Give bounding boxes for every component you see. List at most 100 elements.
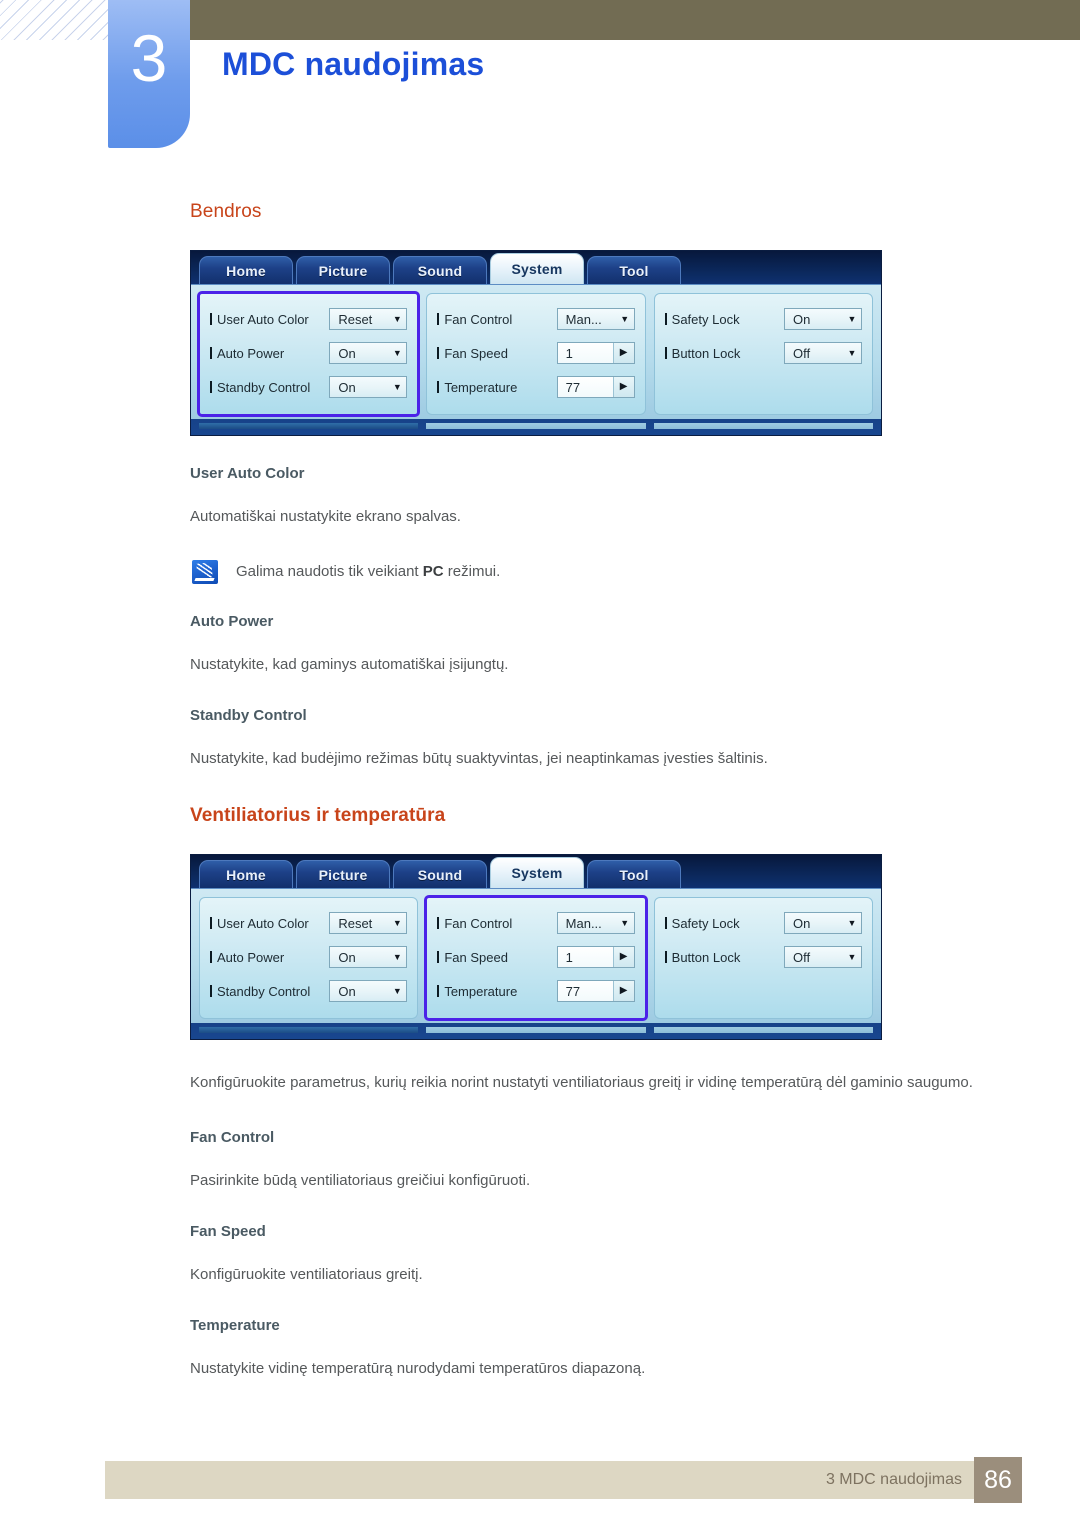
mdc-label-auto-power: Auto Power — [210, 346, 329, 361]
mdc-row-safety-lock: Safety Lock On ▼ — [664, 908, 862, 938]
mdc-dropdown-auto-power[interactable]: On ▼ — [329, 946, 408, 968]
mdc-dropdown-button-lock[interactable]: Off ▼ — [783, 342, 862, 364]
mdc-tab-home[interactable]: Home — [199, 256, 293, 284]
mdc-value-button-lock: Off — [792, 345, 811, 361]
note-user-auto-color: Galima naudotis tik veikiant PC režimui. — [190, 558, 978, 586]
chevron-right-icon[interactable]: ▶ — [612, 947, 634, 967]
chevron-down-icon[interactable]: ▼ — [843, 913, 861, 933]
mdc-value-safety-lock: On — [792, 311, 811, 327]
mdc-dropdown-button-lock[interactable]: Off ▼ — [783, 946, 862, 968]
mdc-group-fan: Fan Control Man... ▼ Fan Speed 1 ▶ Tempe… — [426, 293, 646, 415]
body-fan-speed: Konfigūruokite ventiliatoriaus greitį. — [190, 1266, 423, 1283]
mdc-system-panel-fan: Home Picture Sound System Tool User Auto… — [190, 854, 882, 1040]
chevron-down-icon[interactable]: ▼ — [843, 343, 861, 363]
mdc-tab-system[interactable]: System — [490, 857, 584, 888]
mdc-dropdown-fan-control[interactable]: Man... ▼ — [556, 308, 635, 330]
mdc-spinner-fan-speed[interactable]: 1 ▶ — [556, 342, 635, 364]
mdc-tab-bar: Home Picture Sound System Tool — [191, 251, 881, 284]
chevron-right-icon[interactable]: ▶ — [612, 377, 634, 397]
mdc-value-auto-power: On — [338, 345, 356, 361]
bullet-bar-icon — [210, 347, 212, 359]
mdc-row-fan-speed: Fan Speed 1 ▶ — [437, 338, 635, 368]
mdc-label-button-lock: Button Lock — [664, 346, 784, 361]
mdc-spinner-fan-speed[interactable]: 1 ▶ — [556, 946, 635, 968]
chevron-down-icon[interactable]: ▼ — [388, 309, 406, 329]
note-text: Galima naudotis tik veikiant PC režimui. — [236, 563, 501, 580]
bullet-bar-icon — [664, 951, 667, 963]
page-number: 86 — [974, 1457, 1022, 1503]
mdc-group-lock: Safety Lock On ▼ Button Lock Off ▼ — [653, 897, 873, 1019]
section-heading-fan: Ventiliatorius ir temperatūra — [190, 805, 446, 826]
mdc-row-button-lock: Button Lock Off ▼ — [664, 942, 862, 972]
chevron-down-icon[interactable]: ▼ — [388, 913, 406, 933]
mdc-tab-picture[interactable]: Picture — [296, 256, 390, 284]
subheading-standby-control: Standby Control — [190, 707, 307, 724]
mdc-tab-tool[interactable]: Tool — [587, 256, 681, 284]
mdc-dropdown-standby-control[interactable]: On ▼ — [329, 376, 408, 398]
bullet-bar-icon — [437, 917, 440, 929]
mdc-dropdown-safety-lock[interactable]: On ▼ — [783, 912, 862, 934]
page-content: Bendros Home Picture Sound System Tool U… — [190, 200, 978, 1414]
mdc-value-fan-speed: 1 — [557, 343, 613, 363]
chevron-right-icon[interactable]: ▶ — [612, 343, 634, 363]
mdc-dropdown-user-auto-color[interactable]: Reset ▼ — [329, 308, 408, 330]
mdc-tab-sound[interactable]: Sound — [393, 256, 487, 284]
chevron-down-icon[interactable]: ▼ — [843, 309, 861, 329]
chevron-down-icon[interactable]: ▼ — [843, 947, 861, 967]
mdc-tab-tool[interactable]: Tool — [587, 860, 681, 888]
bullet-bar-icon — [437, 985, 440, 997]
mdc-row-fan-control: Fan Control Man... ▼ — [437, 908, 635, 938]
mdc-value-user-auto-color: Reset — [338, 311, 373, 327]
footer-bar: 3 MDC naudojimas 86 — [105, 1457, 1022, 1503]
subheading-temperature: Temperature — [190, 1317, 280, 1334]
mdc-row-temperature: Temperature 77 ▶ — [437, 976, 635, 1006]
mdc-bottom-seg — [653, 423, 873, 429]
mdc-group-general: User Auto Color Reset ▼ Auto Power On ▼ … — [199, 897, 419, 1019]
bullet-bar-icon — [437, 347, 440, 359]
decorative-hatch-strip — [0, 0, 108, 40]
mdc-dropdown-user-auto-color[interactable]: Reset ▼ — [329, 912, 408, 934]
mdc-row-standby-control: Standby Control On ▼ — [210, 976, 408, 1006]
mdc-row-auto-power: Auto Power On ▼ — [210, 942, 408, 972]
mdc-group-lock: Safety Lock On ▼ Button Lock Off ▼ — [653, 293, 873, 415]
mdc-dropdown-auto-power[interactable]: On ▼ — [329, 342, 408, 364]
bullet-bar-icon — [210, 917, 212, 929]
chevron-right-icon[interactable]: ▶ — [612, 981, 634, 1001]
chevron-down-icon[interactable]: ▼ — [388, 947, 406, 967]
mdc-tab-sound[interactable]: Sound — [393, 860, 487, 888]
bullet-bar-icon — [210, 985, 212, 997]
mdc-spinner-temperature[interactable]: 77 ▶ — [556, 376, 635, 398]
bullet-bar-icon — [664, 347, 667, 359]
mdc-tab-system[interactable]: System — [490, 253, 584, 284]
mdc-label-fan-speed: Fan Speed — [437, 950, 556, 965]
chapter-number: 3 — [130, 21, 168, 95]
mdc-label-user-auto-color: User Auto Color — [210, 312, 329, 327]
bullet-bar-icon — [210, 313, 212, 325]
mdc-row-user-auto-color: User Auto Color Reset ▼ — [210, 304, 408, 334]
chevron-down-icon[interactable]: ▼ — [616, 309, 634, 329]
footer-label: 3 MDC naudojimas — [825, 1471, 962, 1488]
mdc-label-user-auto-color: User Auto Color — [210, 916, 329, 931]
note-emphasis: PC — [422, 563, 444, 580]
mdc-label-fan-control: Fan Control — [437, 312, 556, 327]
mdc-dropdown-safety-lock[interactable]: On ▼ — [783, 308, 862, 330]
mdc-row-fan-speed: Fan Speed 1 ▶ — [437, 942, 635, 972]
chevron-down-icon[interactable]: ▼ — [388, 343, 406, 363]
chevron-down-icon[interactable]: ▼ — [388, 981, 406, 1001]
mdc-label-temperature: Temperature — [437, 380, 556, 395]
mdc-group-fan: Fan Control Man... ▼ Fan Speed 1 ▶ Tempe… — [424, 895, 648, 1021]
chevron-down-icon[interactable]: ▼ — [616, 913, 634, 933]
mdc-dropdown-standby-control[interactable]: On ▼ — [329, 980, 408, 1002]
mdc-label-button-lock: Button Lock — [664, 950, 784, 965]
mdc-tab-home[interactable]: Home — [199, 860, 293, 888]
chevron-down-icon[interactable]: ▼ — [388, 377, 406, 397]
mdc-label-safety-lock: Safety Lock — [664, 916, 784, 931]
mdc-spinner-temperature[interactable]: 77 ▶ — [556, 980, 635, 1002]
mdc-label-fan-control: Fan Control — [437, 916, 556, 931]
mdc-tab-picture[interactable]: Picture — [296, 860, 390, 888]
mdc-dropdown-fan-control[interactable]: Man... ▼ — [556, 912, 635, 934]
mdc-value-temperature: 77 — [557, 981, 613, 1001]
mdc-value-standby-control: On — [338, 983, 356, 999]
page-title: MDC naudojimas — [222, 46, 485, 82]
note-pen-icon — [192, 560, 218, 584]
